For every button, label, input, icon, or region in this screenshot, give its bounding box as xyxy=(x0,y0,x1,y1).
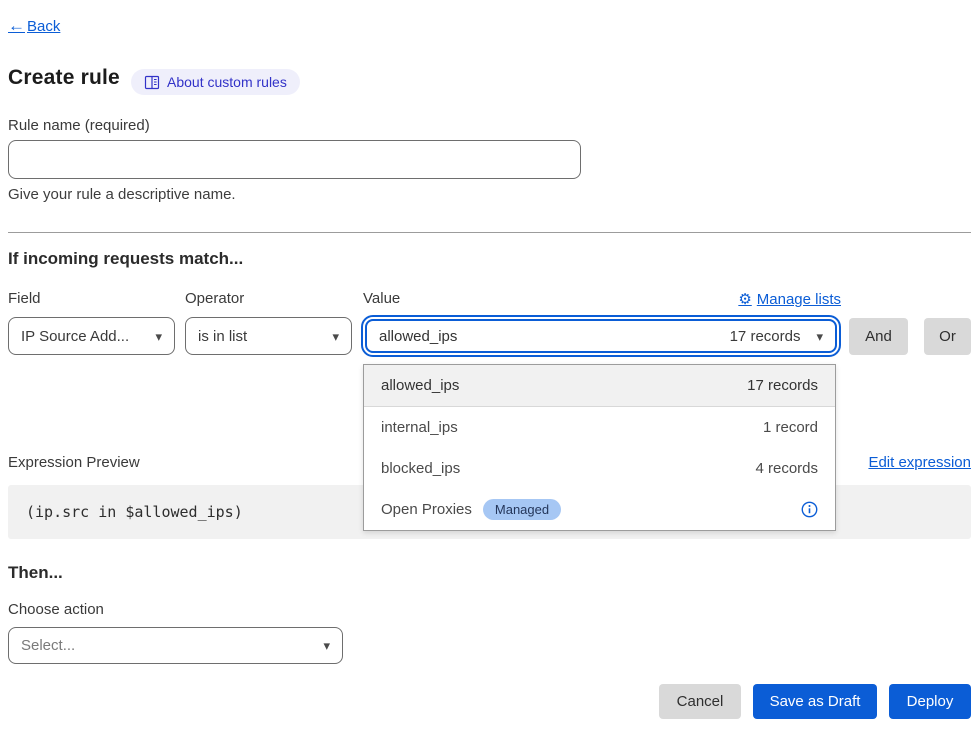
list-option-blocked-ips[interactable]: blocked_ips 4 records xyxy=(364,448,835,489)
manage-lists-label: Manage lists xyxy=(757,291,841,308)
back-link[interactable]: ←Back xyxy=(8,16,60,36)
create-rule-page: ←Back Create rule About custom rules Rul… xyxy=(0,0,979,739)
choose-action-label: Choose action xyxy=(8,601,104,618)
deploy-button[interactable]: Deploy xyxy=(889,684,971,719)
list-option-meta: 17 records xyxy=(747,377,818,394)
operator-select-value: is in list xyxy=(198,328,247,345)
info-icon[interactable] xyxy=(801,501,818,518)
field-select[interactable]: IP Source Add... ▾ xyxy=(8,317,175,355)
left-arrow-icon: ← xyxy=(8,16,25,36)
field-select-value: IP Source Add... xyxy=(21,328,129,345)
book-icon xyxy=(144,75,160,90)
cancel-button[interactable]: Cancel xyxy=(659,684,741,719)
rule-name-label: Rule name (required) xyxy=(8,117,150,134)
expression-code: (ip.src in $allowed_ips) xyxy=(26,503,243,521)
expression-preview-label: Expression Preview xyxy=(8,454,140,471)
page-title: Create rule xyxy=(8,66,120,90)
value-select[interactable]: allowed_ips 17 records ▾ xyxy=(365,319,837,353)
list-option-meta: 4 records xyxy=(755,460,818,477)
match-section-heading: If incoming requests match... xyxy=(8,249,243,269)
list-option-internal-ips[interactable]: internal_ips 1 record xyxy=(364,407,835,448)
operator-select[interactable]: is in list ▾ xyxy=(185,317,352,355)
list-option-name: blocked_ips xyxy=(381,460,460,477)
manage-lists-link[interactable]: ⚙ Manage lists xyxy=(738,290,841,308)
and-button[interactable]: And xyxy=(849,318,908,355)
rule-name-input[interactable] xyxy=(8,140,581,179)
list-option-name: internal_ips xyxy=(381,419,458,436)
then-section-heading: Then... xyxy=(8,563,63,583)
action-select[interactable]: Select... ▾ xyxy=(8,627,343,664)
chevron-down-icon: ▾ xyxy=(323,639,330,652)
action-select-placeholder: Select... xyxy=(21,637,75,654)
edit-expression-link[interactable]: Edit expression xyxy=(868,454,971,471)
chevron-down-icon: ▾ xyxy=(816,330,823,343)
section-divider xyxy=(8,232,971,233)
value-select-meta: 17 records xyxy=(730,328,801,345)
list-option-name: allowed_ips xyxy=(381,377,459,394)
chevron-down-icon: ▾ xyxy=(155,330,162,343)
back-label: Back xyxy=(27,18,60,35)
managed-badge: Managed xyxy=(483,499,561,520)
or-button[interactable]: Or xyxy=(924,318,971,355)
about-custom-rules-link[interactable]: About custom rules xyxy=(131,69,300,95)
list-option-meta: 1 record xyxy=(763,419,818,436)
field-label: Field xyxy=(8,290,41,307)
about-badge-label: About custom rules xyxy=(167,74,287,90)
list-option-name: Open Proxies xyxy=(381,501,472,518)
value-label: Value xyxy=(363,290,400,307)
rule-name-helper-text: Give your rule a descriptive name. xyxy=(8,186,236,203)
value-select-value: allowed_ips xyxy=(379,328,457,345)
list-option-open-proxies[interactable]: Open Proxies Managed xyxy=(364,489,835,530)
gear-icon: ⚙ xyxy=(738,290,751,308)
list-dropdown-panel: allowed_ips 17 records internal_ips 1 re… xyxy=(363,364,836,531)
operator-label: Operator xyxy=(185,290,244,307)
chevron-down-icon: ▾ xyxy=(332,330,339,343)
save-as-draft-button[interactable]: Save as Draft xyxy=(753,684,877,719)
list-option-allowed-ips[interactable]: allowed_ips 17 records xyxy=(364,365,835,407)
